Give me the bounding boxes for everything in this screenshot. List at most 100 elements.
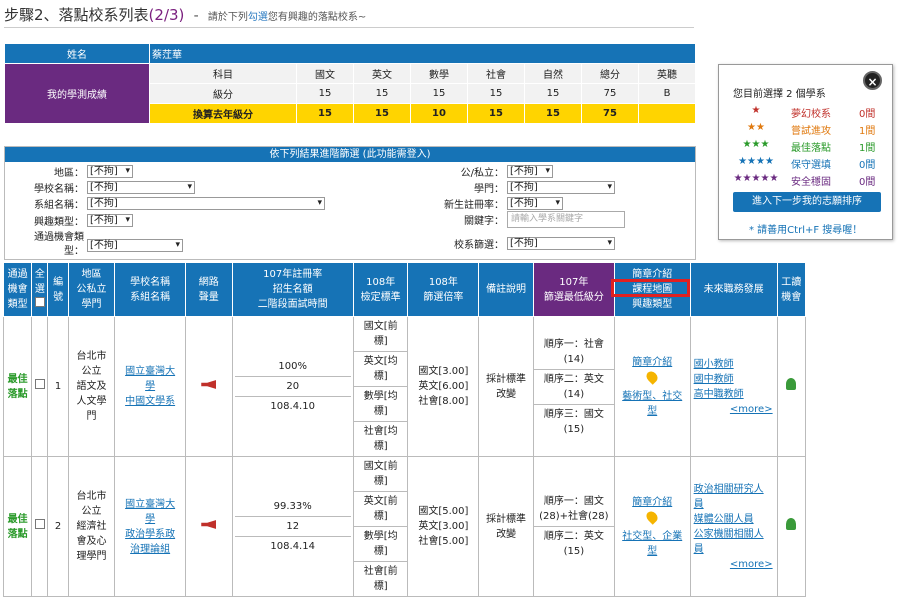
subject-header: 英聽	[638, 63, 696, 84]
megaphone-icon[interactable]	[201, 380, 217, 389]
screen-select[interactable]: [不拘]	[507, 237, 615, 250]
interview-date: 108.4.14	[270, 541, 315, 552]
interest-select[interactable]: [不拘]	[87, 214, 133, 227]
th-text: 興趣類型	[632, 299, 673, 310]
person-icon[interactable]	[786, 378, 797, 390]
star-icon: ★★	[747, 122, 765, 133]
dept-link[interactable]: 中國文學系	[125, 396, 175, 407]
subject-label: 科目	[149, 63, 297, 84]
region-cell: 台北市 公立 經濟社 會及心 理學門	[67, 456, 116, 597]
field-label: 學門：	[474, 184, 504, 195]
career-link[interactable]: 政治相關研究人 員	[694, 484, 764, 510]
convert-label: 換算去年級分	[149, 103, 297, 124]
megaphone-icon[interactable]	[201, 520, 217, 529]
school-link[interactable]: 國立臺灣大 學	[125, 499, 175, 525]
public-select[interactable]: [不拘]	[507, 165, 553, 178]
school-cell: 國立臺灣大 學中國文學系	[114, 316, 186, 457]
region-cell: 台北市 公立 語文及 人文學 門	[67, 316, 116, 457]
dept-link[interactable]: 政治學系政 治理論組	[125, 529, 175, 555]
level-count: 0間	[859, 160, 876, 171]
interest-types[interactable]: 藝術型、社交 型	[622, 391, 682, 417]
career-link[interactable]: 國小教師	[694, 359, 734, 370]
career-link[interactable]: 媒體公關人員	[694, 514, 754, 525]
row-checkbox[interactable]	[34, 519, 45, 529]
subtitle-part-b: 您有興趣的落點校系~	[267, 12, 367, 23]
quota-value: 20	[234, 377, 351, 397]
th-select-all: 全選	[31, 262, 49, 317]
intro-link[interactable]: 簡章介紹	[632, 357, 672, 368]
row-no: 1	[47, 316, 69, 457]
th-text: 地區	[81, 269, 102, 280]
intro-link[interactable]: 簡章介紹	[632, 497, 672, 508]
school-cell: 國立臺灣大 學政治學系政 治理論組	[114, 456, 186, 597]
public-label: 公/私立：	[460, 168, 504, 179]
level-value: 15	[353, 83, 411, 104]
person-icon[interactable]	[786, 518, 797, 530]
min-cell: 順序一：社會 (14) 順序二：英文 (14) 順序三：國文 (15)	[532, 316, 615, 457]
check-item: 數學[均 標]	[353, 387, 408, 422]
subtitle-part-a: 請於下列	[207, 12, 248, 23]
school-select[interactable]: [不拘]	[87, 181, 195, 194]
career-link[interactable]: 國中教師	[694, 374, 734, 385]
subject-header: 社會	[467, 63, 525, 84]
select-all-checkbox[interactable]	[34, 297, 45, 307]
field-select[interactable]: [不拘]	[507, 181, 615, 194]
school-link[interactable]: 國立臺灣大 學	[125, 366, 175, 392]
title-dash: -	[193, 8, 199, 24]
dept-select[interactable]: [不拘]	[87, 197, 325, 210]
th-no: 編號	[47, 262, 69, 317]
rate-value: 100%	[234, 357, 351, 377]
more-link[interactable]: <more>	[694, 557, 777, 572]
select-cell	[31, 316, 49, 457]
converted-value: 15	[296, 103, 354, 124]
map-pin-icon[interactable]	[644, 368, 660, 385]
screen-label: 校系篩選：	[454, 240, 504, 251]
newrate-label: 新生註冊率：	[444, 200, 504, 211]
close-icon[interactable]: ×	[863, 71, 882, 90]
select-cell	[31, 456, 49, 597]
level-name: 夢幻校系	[791, 109, 831, 120]
map-pin-icon[interactable]	[644, 508, 660, 525]
star-icon: ★★★	[742, 139, 770, 150]
check-cell: 國文[前 標] 英文[前 標] 數學[均 標] 社會[前 標]	[352, 456, 409, 597]
region-select[interactable]: [不拘]	[87, 165, 133, 178]
level-count: 0間	[859, 177, 876, 188]
more-link[interactable]: <more>	[694, 402, 777, 417]
career-link[interactable]: 公家機關相關人 員	[694, 529, 764, 555]
subject-header: 國文	[296, 63, 354, 84]
keyword-input[interactable]: 請輸入學系關鍵字	[507, 211, 625, 228]
selection-panel: × 您目前選擇 2 個學系 ★ 夢幻校系 0間 ★★ 嘗試進攻 1間 ★★★ 最佳落點 1間…	[718, 64, 893, 240]
newrate-select[interactable]: [不拘]	[507, 197, 563, 210]
level-name: 安全穩固	[791, 177, 831, 188]
interview-date: 108.4.10	[270, 401, 315, 412]
th-audio: 網路 聲量	[185, 262, 233, 317]
page-title: 步驟2、落點校系列表(2/3)	[4, 6, 184, 24]
th-text: 二階段面試時間	[257, 299, 328, 310]
th-text: 篩選最低級分	[543, 291, 604, 303]
min-item: 順序二：英文 (14)	[533, 370, 614, 405]
th-check: 108年 檢定標準	[352, 262, 409, 317]
th-rate: 107年註冊率 招生名額 二階段面試時間	[231, 262, 354, 317]
career-link[interactable]: 高中職教師	[694, 389, 744, 400]
audio-cell	[185, 456, 233, 597]
level-count: 1間	[859, 143, 876, 154]
search-hint: * 請善用Ctrl+F 搜尋喔！	[749, 225, 863, 236]
check-item: 國文[前 標]	[353, 317, 408, 352]
th-text: 檢定標準	[360, 291, 401, 303]
step-title: 步驟2、落點校系列表	[4, 6, 149, 24]
subtitle-highlight: 勾選	[247, 12, 268, 23]
next-step-button[interactable]: 進入下一步我的志願排序	[733, 192, 881, 212]
step-progress: (2/3)	[148, 6, 185, 24]
name-label: 姓名	[4, 43, 150, 64]
th-screen: 108年 篩選倍率	[407, 262, 480, 317]
check-item: 社會[均 標]	[363, 426, 398, 452]
interest-types[interactable]: 社交型、企業 型	[622, 531, 682, 557]
keyword-label: 關鍵字：	[464, 216, 504, 227]
pass-type-select[interactable]: [不拘]	[87, 238, 183, 252]
subject-header: 數學	[410, 63, 468, 84]
row-checkbox[interactable]	[34, 379, 45, 389]
rate-value: 99.33%	[234, 497, 351, 517]
converted-value: 15	[467, 103, 525, 124]
th-text: 學校名稱	[130, 276, 171, 288]
region-label: 地區：	[54, 168, 84, 179]
